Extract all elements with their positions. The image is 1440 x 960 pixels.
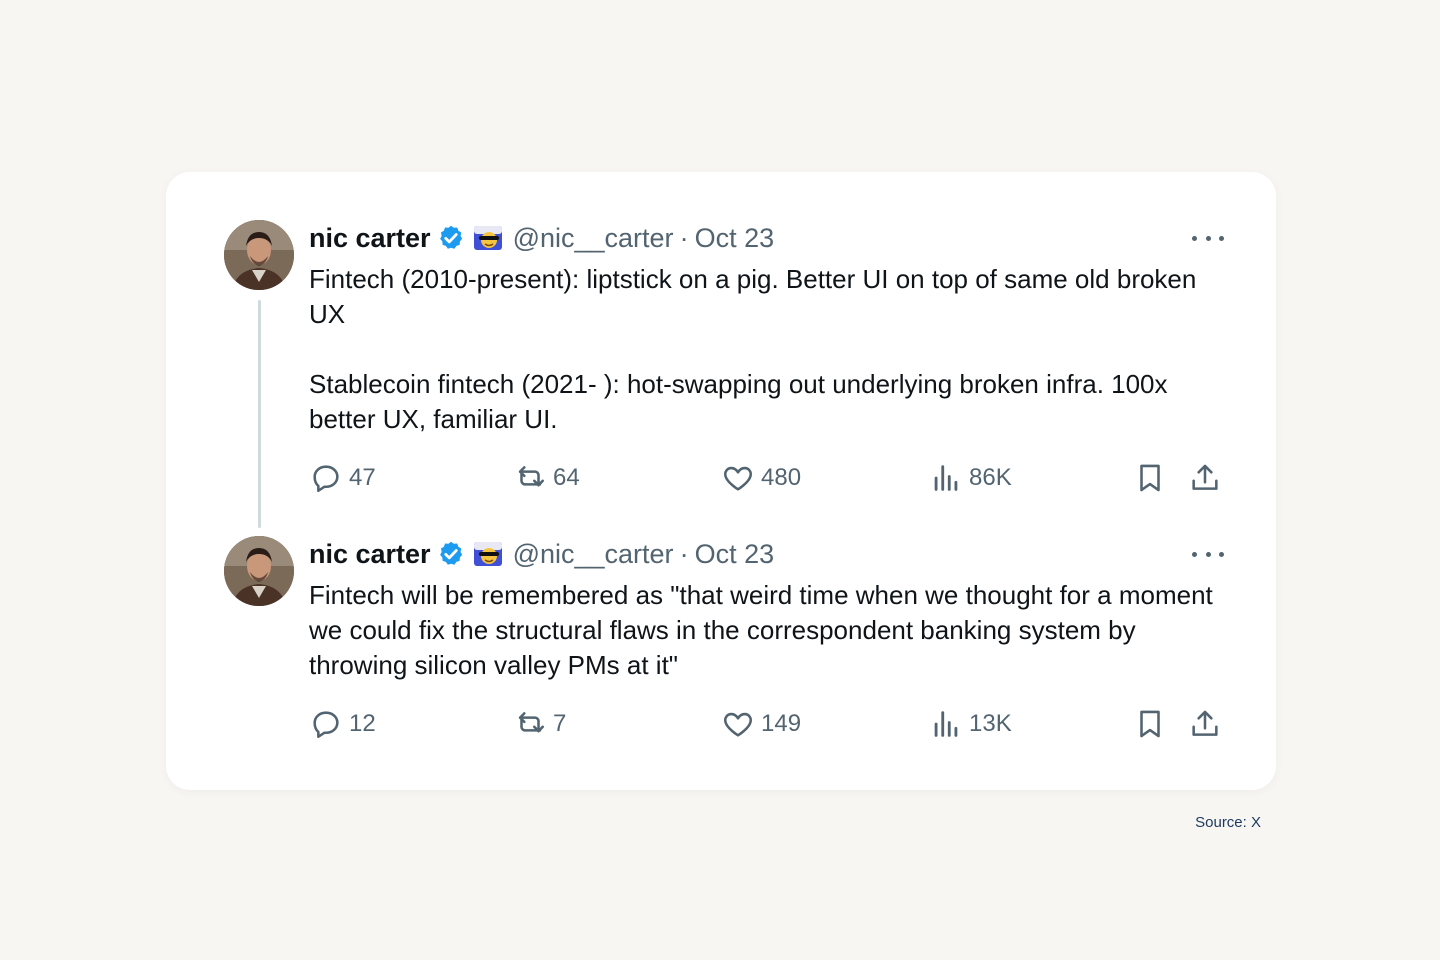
bookmark-icon (1140, 464, 1160, 492)
tweet-header: nic carter @nic__carter · Oct 23 (309, 536, 1224, 572)
reply-button[interactable]: 47 (309, 458, 376, 498)
views-icon (934, 465, 958, 491)
bookmark-icon (1140, 710, 1160, 738)
like-button[interactable]: 480 (721, 458, 801, 498)
author-name[interactable]: nic carter (309, 223, 431, 254)
thread-connector-line (258, 300, 261, 528)
avatar[interactable] (224, 536, 294, 606)
bookmark-button[interactable] (1133, 704, 1167, 744)
verified-badge-icon (437, 540, 465, 568)
share-icon (1192, 710, 1218, 736)
avatar[interactable] (224, 220, 294, 290)
sunglasses-emoji-icon (473, 540, 503, 568)
author-handle[interactable]: @nic__carter (513, 223, 674, 254)
like-button[interactable]: 149 (721, 704, 801, 744)
author-name[interactable]: nic carter (309, 539, 431, 570)
tweet-text: Fintech will be remembered as "that weir… (309, 580, 1220, 680)
like-icon (724, 466, 752, 491)
reply-icon (313, 711, 339, 739)
sunglasses-emoji-icon (473, 224, 503, 252)
retweet-button[interactable]: 7 (513, 704, 566, 744)
more-icon[interactable] (1192, 224, 1224, 252)
share-button[interactable] (1188, 704, 1222, 744)
tweet-actions: 12 7 149 13K (309, 704, 1224, 744)
views-count: 86K (969, 464, 1012, 491)
tweet-header: nic carter @nic__carter · Oct 23 (309, 220, 1224, 256)
tweet-text: Fintech (2010-present): liptstick on a p… (309, 264, 1197, 434)
tweet-date[interactable]: Oct 23 (695, 539, 775, 570)
tweet-actions: 47 64 480 86K (309, 458, 1224, 498)
thread-card: nic carter @nic__carter · Oct 23 Fintech… (166, 172, 1276, 790)
reply-count: 47 (349, 464, 376, 491)
views-count: 13K (969, 710, 1012, 737)
reply-count: 12 (349, 710, 376, 737)
separator: · (679, 222, 689, 253)
source-caption: Source: X (1195, 814, 1261, 831)
more-icon[interactable] (1192, 540, 1224, 568)
author-handle[interactable]: @nic__carter (513, 539, 674, 570)
verified-badge-icon (437, 224, 465, 252)
views-button[interactable]: 13K (929, 704, 1012, 744)
share-button[interactable] (1188, 458, 1222, 498)
reply-icon (313, 465, 339, 493)
separator: · (679, 538, 689, 569)
retweet-button[interactable]: 64 (513, 458, 580, 498)
retweet-icon (518, 712, 545, 733)
tweet-body: nic carter @nic__carter · Oct 23 Fintech… (309, 536, 1224, 683)
retweet-count: 7 (553, 710, 567, 737)
views-button[interactable]: 86K (929, 458, 1012, 498)
like-count: 149 (761, 710, 802, 737)
share-icon (1192, 464, 1218, 490)
like-count: 480 (761, 464, 802, 491)
tweet-date[interactable]: Oct 23 (695, 223, 775, 254)
bookmark-button[interactable] (1133, 458, 1167, 498)
retweet-count: 64 (553, 464, 580, 491)
retweet-icon (518, 466, 545, 487)
like-icon (724, 712, 752, 737)
reply-button[interactable]: 12 (309, 704, 376, 744)
views-icon (934, 711, 958, 737)
tweet-body: nic carter @nic__carter · Oct 23 Fintech… (309, 220, 1224, 437)
